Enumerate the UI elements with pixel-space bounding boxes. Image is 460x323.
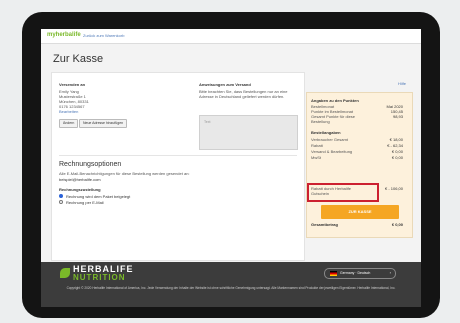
shipping-notes-heading: Anweisungen zum Versand	[199, 82, 251, 87]
billing-delivery-label: Rechnungszustellung	[59, 187, 101, 192]
back-to-cart-link[interactable]: Zurück zum Warenkorb	[83, 33, 124, 38]
billing-email-text: Alle E-Mail-Benachrichtigungen für diese…	[59, 171, 190, 176]
germany-flag-icon	[330, 271, 337, 276]
points-heading: Angaben zu den Punkten	[311, 98, 359, 103]
add-address-button[interactable]: Neue Adresse hinzufügen	[79, 119, 128, 128]
summary-row-label: Versand & Bearbeitung	[311, 149, 353, 154]
footer: HERBALIFE NUTRITION Germany · Deutsch › …	[41, 262, 421, 307]
summary-row-label: Verbraucher Gesamt	[311, 137, 348, 142]
help-link[interactable]: Hilfe	[398, 81, 406, 86]
summary-row-value: € 0,00	[391, 149, 403, 154]
edit-address-link[interactable]: Bearbeiten	[59, 109, 78, 114]
voucher-discount-label: Rabatt durch Herbalife Gutschein	[311, 186, 352, 196]
summary-row-label: Rabatt	[311, 143, 323, 148]
summary-row-value: € 0,00	[391, 155, 403, 160]
shipping-notes-text: Bitte beachten Sie, dass Bestellungen nu…	[199, 89, 288, 99]
order-details-heading: Bestellangaben	[311, 130, 341, 135]
billing-options-heading: Rechnungsoptionen	[59, 161, 122, 168]
summary-row-label: Gesamt Punkte für diese Bestellung	[311, 114, 356, 124]
country-selector[interactable]: Germany · Deutsch ›	[324, 268, 396, 279]
summary-row-label: MwSt	[311, 155, 321, 160]
radio-label: Rechnung wird dem Paket beigelegt	[66, 194, 131, 199]
radio-invoice-in-package[interactable]	[59, 194, 63, 198]
summary-row-value: € 18,00	[389, 137, 403, 142]
tablet-frame: myherbalife Zurück zum Warenkorb Zur Kas…	[22, 12, 440, 318]
summary-row-value: € - 62,34	[387, 143, 403, 148]
total-value: € 0,00	[391, 222, 403, 227]
chevron-right-icon: ›	[389, 270, 391, 275]
checkout-button[interactable]: ZUR KASSE	[321, 205, 399, 219]
shipping-notes-input[interactable]: Text	[199, 115, 298, 150]
voucher-discount-value: € - 106,00	[384, 186, 403, 191]
shipping-notes-placeholder: Text	[204, 120, 211, 124]
legal-text: Copyright © 2020 Herbalife International…	[66, 286, 396, 290]
radio-label: Rechnung per E-Mail	[66, 200, 104, 205]
logo[interactable]: myherbalife	[47, 32, 81, 38]
change-button[interactable]: Ändern	[59, 119, 79, 128]
browser-screen: myherbalife Zurück zum Warenkorb Zur Kas…	[41, 29, 421, 307]
ship-to-heading: Versenden an	[59, 82, 86, 87]
country-label: Germany · Deutsch	[340, 271, 371, 275]
brand-nutrition: NUTRITION	[73, 273, 126, 282]
herbalife-leaf-icon	[60, 268, 70, 278]
page-title: Zur Kasse	[53, 53, 104, 65]
summary-row-value: 98,93	[392, 114, 403, 119]
top-bar: myherbalife Zurück zum Warenkorb	[41, 29, 421, 44]
billing-email: beispiel@herbalife.com	[59, 177, 101, 182]
total-label: Gesamtbetrag	[311, 222, 338, 227]
radio-invoice-email[interactable]	[59, 200, 63, 204]
divider	[59, 155, 297, 156]
